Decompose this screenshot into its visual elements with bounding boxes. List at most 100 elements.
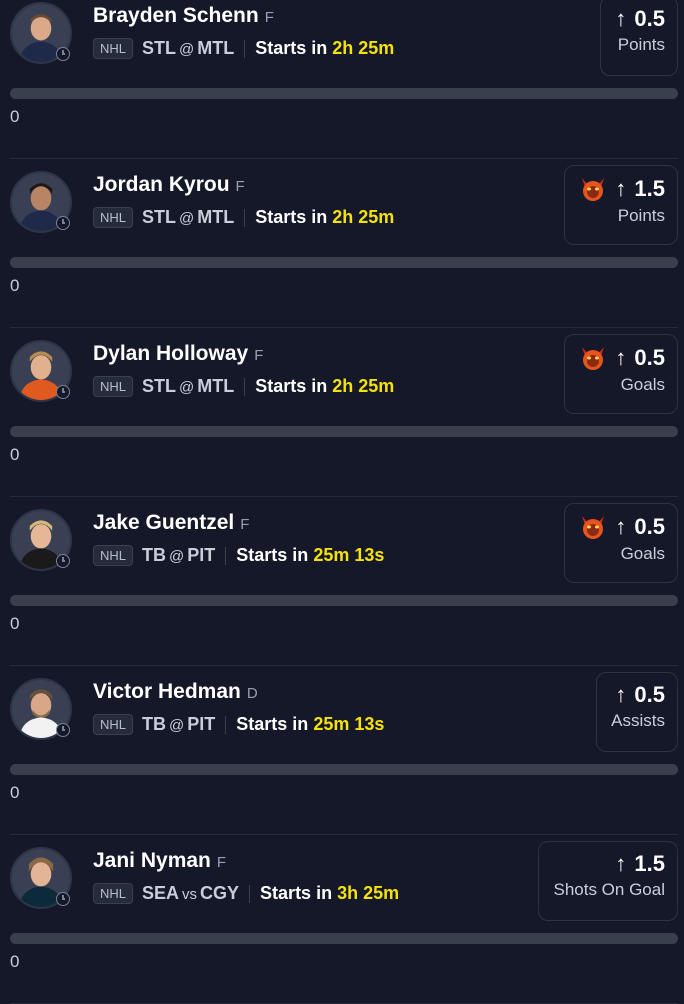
player-name-line: Jani Nyman F [93, 849, 226, 873]
starts-label: Starts in [236, 714, 309, 734]
home-team: PIT [187, 545, 216, 565]
demon-icon [582, 347, 605, 370]
away-team: SEA [142, 883, 180, 903]
matchup: TB @ PIT [142, 714, 215, 735]
prop-line-button[interactable]: ↑ 0.5 Assists [596, 672, 678, 752]
home-team: MTL [197, 376, 235, 396]
countdown: 25m 13s [313, 545, 385, 565]
away-team: STL [142, 38, 177, 58]
player-card[interactable]: Jordan Kyrou F NHL STL @ MTL Starts in 2h 2… [10, 159, 678, 328]
league-badge: NHL [93, 207, 134, 228]
away-team: STL [142, 376, 177, 396]
player-name-line: Jake Guentzel F [93, 511, 249, 535]
prop-line-button[interactable]: ↑ 0.5 Points [600, 0, 678, 76]
player-name: Dylan Holloway [93, 342, 249, 365]
divider [225, 546, 227, 565]
matchup-separator: @ [169, 548, 185, 565]
divider [244, 377, 246, 396]
player-position: F [264, 9, 274, 26]
player-card[interactable]: Brayden Schenn F NHL STL @ MTL Starts in 2h… [10, 0, 678, 159]
player-name-line: Jordan Kyrou F [93, 173, 245, 197]
away-team: TB [142, 714, 167, 734]
player-card[interactable]: Jani Nyman F NHL SEA vs CGY Starts in 3h 25… [10, 835, 678, 1004]
player-name: Jani Nyman [93, 849, 211, 872]
progress-bar [10, 88, 678, 99]
prop-line-button[interactable]: ↑ 1.5 Shots On Goal [538, 841, 678, 921]
progress-count: 0 [10, 952, 20, 971]
prop-stat-type: Points [617, 206, 665, 225]
league-badge: NHL [93, 883, 134, 904]
divider [225, 715, 227, 734]
divider [244, 208, 246, 227]
player-card[interactable]: Dylan Holloway F NHL STL @ MTL Starts in 2h… [10, 328, 678, 497]
matchup: SEA vs CGY [142, 883, 239, 904]
start-time: Starts in 3h 25m [260, 883, 399, 904]
arrow-up-icon: ↑ [615, 345, 627, 370]
progress-count: 0 [10, 783, 20, 802]
player-name: Brayden Schenn [93, 4, 259, 27]
prop-line-button[interactable]: ↑ 1.5 Points [564, 165, 678, 245]
progress-bar [10, 257, 678, 268]
matchup-separator: @ [179, 379, 195, 396]
progress-bar [10, 426, 678, 437]
prop-stat-type: Goals [620, 375, 665, 394]
game-info: NHL STL @ MTL Starts in 2h 25m [93, 207, 394, 228]
projection-list: Brayden Schenn F NHL STL @ MTL Starts in 2h… [0, 0, 684, 1004]
starts-label: Starts in [255, 38, 328, 58]
prop-line-value: 0.5 [634, 345, 665, 370]
divider [244, 39, 246, 58]
start-time: Starts in 25m 13s [236, 545, 384, 566]
prop-stat-type: Shots On Goal [553, 880, 665, 899]
arrow-up-icon: ↑ [615, 6, 627, 31]
league-badge: NHL [93, 545, 134, 566]
prop-line-value: 1.5 [634, 851, 665, 876]
arrow-up-icon: ↑ [615, 682, 627, 707]
matchup-separator: @ [179, 41, 195, 58]
player-position: F [240, 516, 250, 533]
arrow-up-icon: ↑ [615, 514, 627, 539]
start-time: Starts in 2h 25m [255, 376, 394, 397]
progress-bar [10, 764, 678, 775]
home-team: MTL [197, 38, 235, 58]
progress-bar [10, 595, 678, 606]
clock-icon [56, 47, 70, 61]
clock-icon [56, 723, 70, 737]
player-position: F [235, 178, 245, 195]
starts-label: Starts in [260, 883, 333, 903]
player-name-line: Victor Hedman D [93, 680, 258, 704]
game-info: NHL TB @ PIT Starts in 25m 13s [93, 545, 384, 566]
clock-icon [56, 892, 70, 906]
countdown: 25m 13s [313, 714, 385, 734]
matchup: STL @ MTL [142, 376, 234, 397]
matchup: STL @ MTL [142, 38, 234, 59]
home-team: PIT [187, 714, 216, 734]
starts-label: Starts in [236, 545, 309, 565]
matchup-separator: @ [179, 210, 195, 227]
prop-line-value: 1.5 [634, 176, 665, 201]
clock-icon [56, 554, 70, 568]
prop-line-button[interactable]: ↑ 0.5 Goals [564, 503, 678, 583]
player-position: F [254, 347, 264, 364]
progress-bar [10, 933, 678, 944]
player-card[interactable]: Jake Guentzel F NHL TB @ PIT Starts in 25m … [10, 497, 678, 666]
prop-stat-type: Goals [620, 544, 665, 563]
countdown: 2h 25m [332, 376, 395, 396]
away-team: TB [142, 545, 167, 565]
countdown: 2h 25m [332, 207, 395, 227]
start-time: Starts in 2h 25m [255, 38, 394, 59]
matchup: STL @ MTL [142, 207, 234, 228]
home-team: CGY [200, 883, 240, 903]
prop-line-value: 0.5 [634, 682, 665, 707]
countdown: 3h 25m [337, 883, 400, 903]
starts-label: Starts in [255, 207, 328, 227]
player-name-line: Dylan Holloway F [93, 342, 263, 366]
demon-icon [582, 516, 605, 539]
player-position: F [216, 854, 227, 871]
prop-line-button[interactable]: ↑ 0.5 Goals [564, 334, 678, 414]
player-name: Victor Hedman [93, 680, 241, 703]
league-badge: NHL [93, 38, 134, 59]
player-card[interactable]: Victor Hedman D NHL TB @ PIT Starts in 25m … [10, 666, 678, 835]
arrow-up-icon: ↑ [615, 851, 627, 876]
league-badge: NHL [93, 376, 134, 397]
home-team: MTL [197, 207, 235, 227]
